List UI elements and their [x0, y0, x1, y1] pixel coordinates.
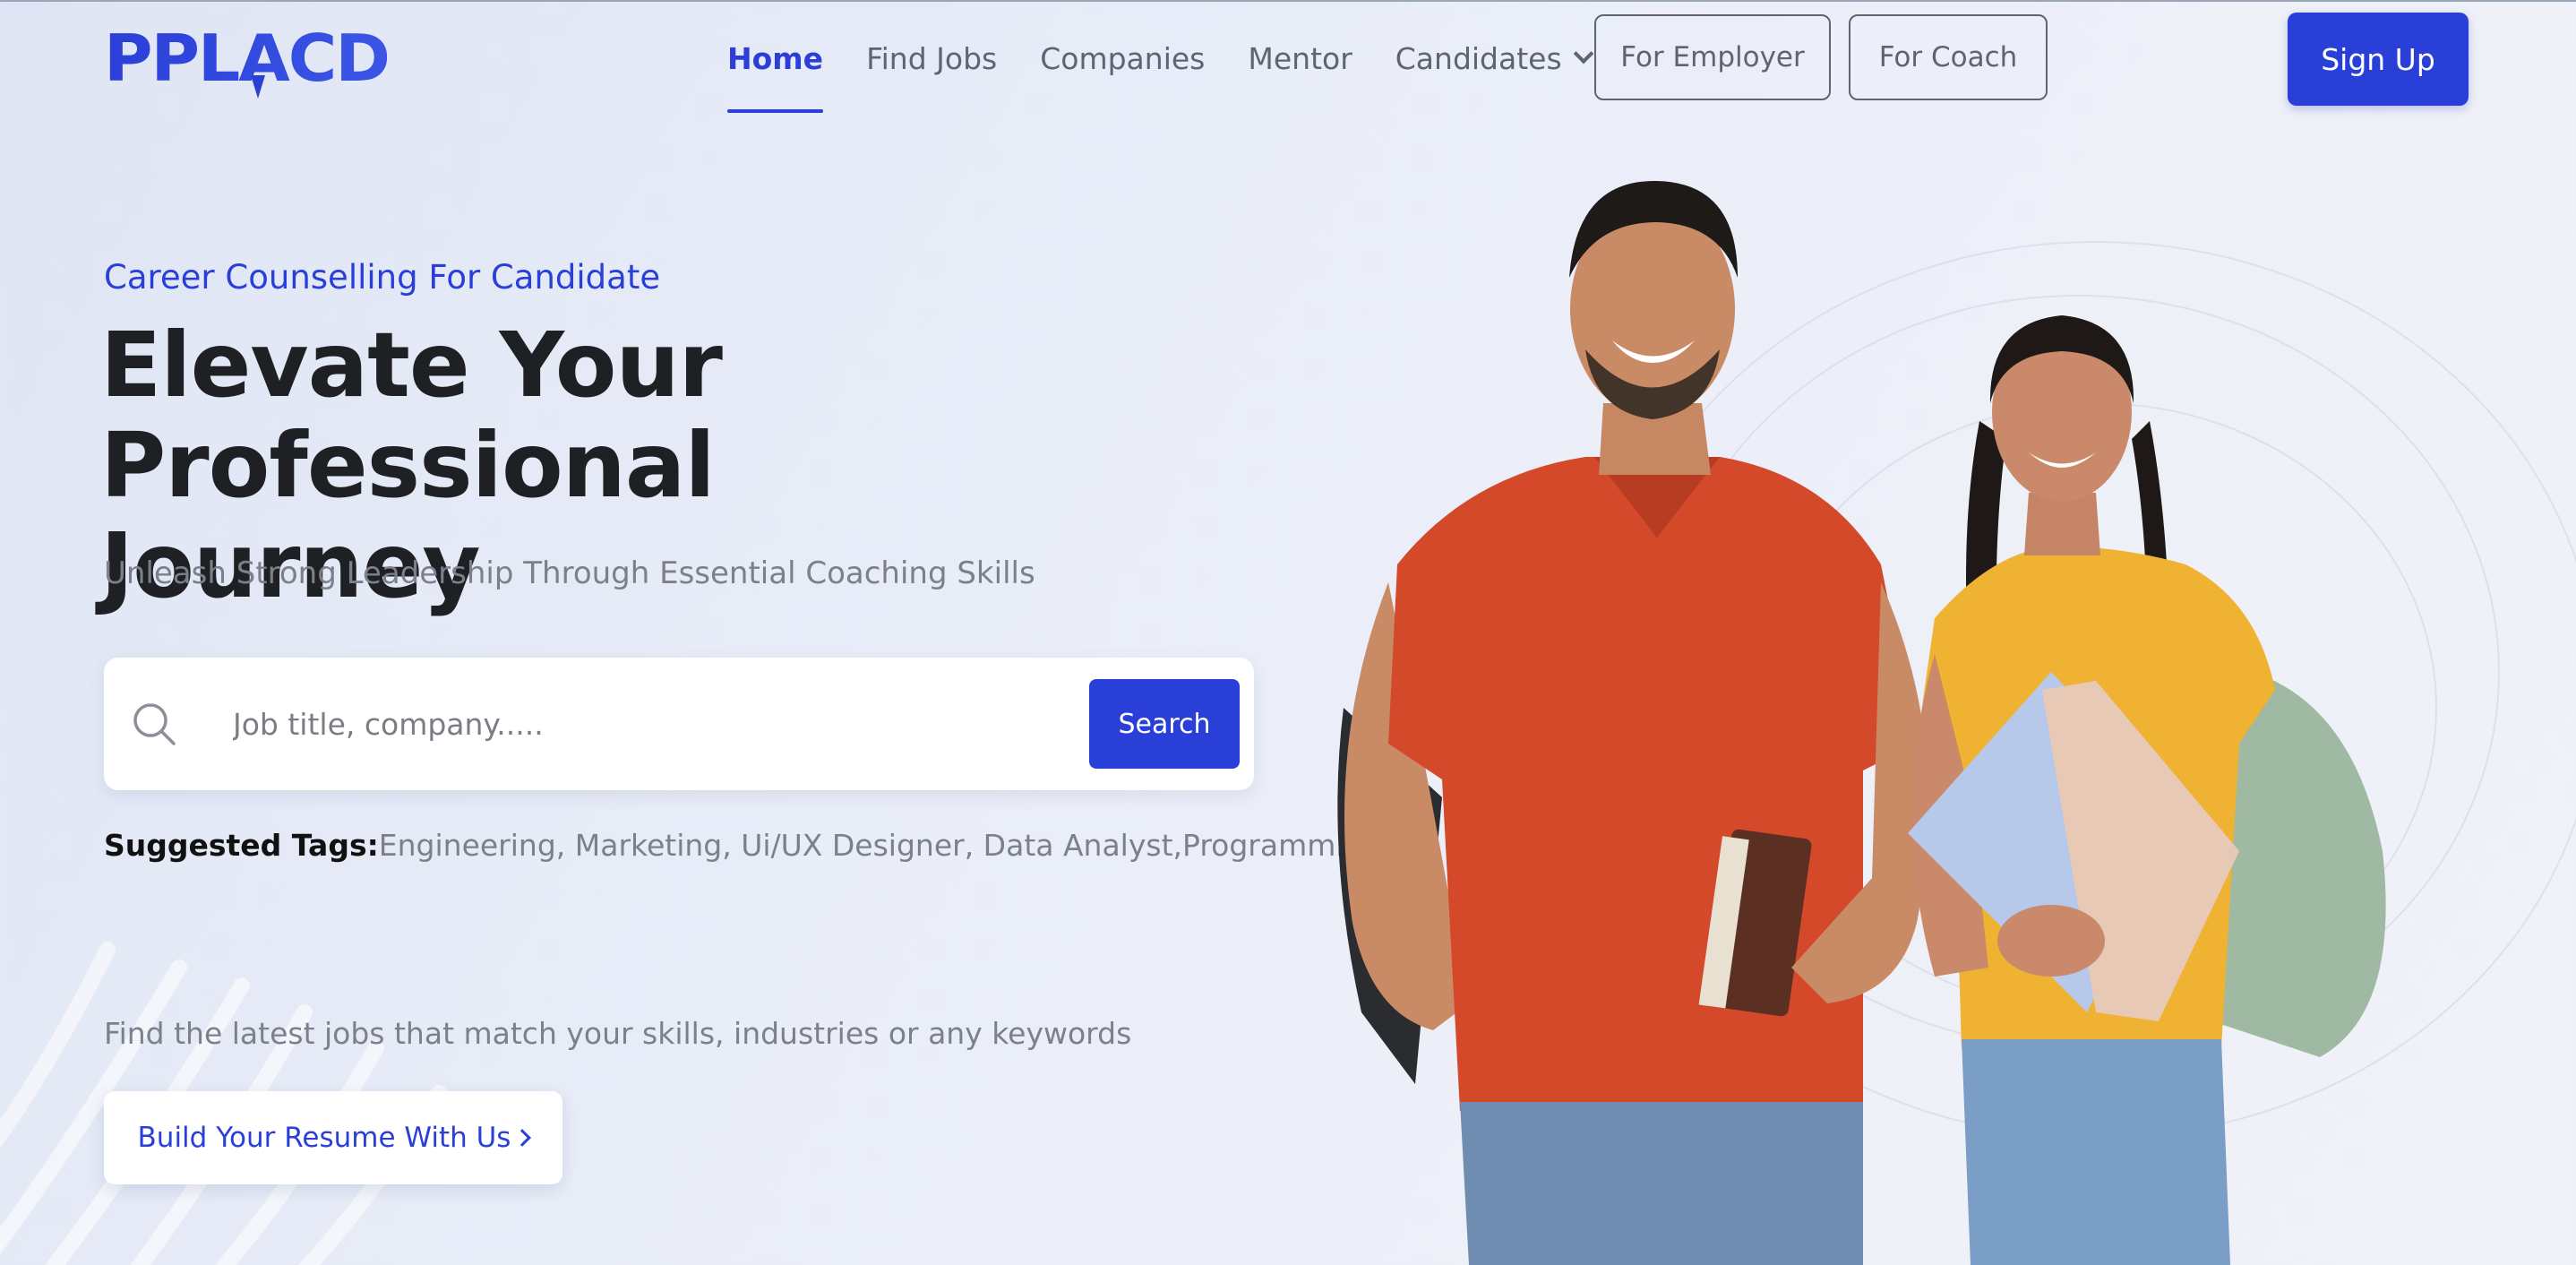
suggested-tags: Suggested Tags:Engineering, Marketing, U…: [104, 828, 1381, 863]
job-search-input[interactable]: [233, 693, 1164, 754]
woman-figure: [1908, 315, 2386, 1265]
nav-home[interactable]: Home: [727, 0, 824, 116]
nav-candidates-dropdown[interactable]: Candidates: [1395, 0, 1593, 116]
decorative-waves: [0, 914, 466, 1265]
nav-find-jobs[interactable]: Find Jobs: [866, 0, 997, 116]
hero-headline-line1: Elevate Your Professional: [100, 313, 723, 518]
hero-eyebrow: Career Counselling For Candidate: [104, 258, 661, 297]
nav-mentor[interactable]: Mentor: [1248, 0, 1352, 116]
nav-find-jobs-label: Find Jobs: [866, 40, 998, 76]
nav-home-label: Home: [727, 40, 824, 76]
job-search-box: Search: [104, 658, 1254, 790]
build-resume-label: Build Your Resume With Us: [137, 1122, 511, 1154]
hero-students-image: [1290, 116, 2576, 1265]
for-employer-button[interactable]: For Employer: [1594, 14, 1831, 100]
nav-companies[interactable]: Companies: [1040, 0, 1205, 116]
search-button[interactable]: Search: [1089, 679, 1240, 769]
build-resume-button[interactable]: Build Your Resume With Us: [104, 1091, 562, 1184]
sign-up-label: Sign Up: [2321, 41, 2435, 77]
main-nav: Home Find Jobs Companies Mentor Candidat…: [727, 0, 1634, 116]
hero-subline: Unleash Strong Leadership Through Essent…: [104, 555, 1035, 591]
svg-text:PPLACD: PPLACD: [104, 25, 389, 96]
chevron-right-icon: [513, 1129, 532, 1147]
sign-up-button[interactable]: Sign Up: [2288, 13, 2469, 106]
for-employer-label: For Employer: [1620, 41, 1805, 73]
man-figure: [1337, 180, 1929, 1265]
for-coach-button[interactable]: For Coach: [1849, 14, 2048, 100]
chevron-down-icon: [1573, 43, 1593, 65]
suggested-tags-list[interactable]: Engineering, Marketing, Ui/UX Designer, …: [379, 828, 1382, 863]
for-coach-label: For Coach: [1878, 41, 2018, 73]
nav-mentor-label: Mentor: [1248, 40, 1352, 76]
find-latest-text: Find the latest jobs that match your ski…: [104, 1016, 1132, 1051]
pplacd-logo[interactable]: PPLACD: [104, 21, 391, 100]
search-icon: [129, 699, 179, 749]
nav-companies-label: Companies: [1040, 40, 1206, 76]
nav-candidates-label: Candidates: [1395, 40, 1562, 76]
suggested-tags-label: Suggested Tags:: [104, 828, 379, 863]
site-header: PPLACD Home Find Jobs Companies Mentor C…: [0, 0, 2576, 116]
search-button-label: Search: [1118, 708, 1211, 740]
